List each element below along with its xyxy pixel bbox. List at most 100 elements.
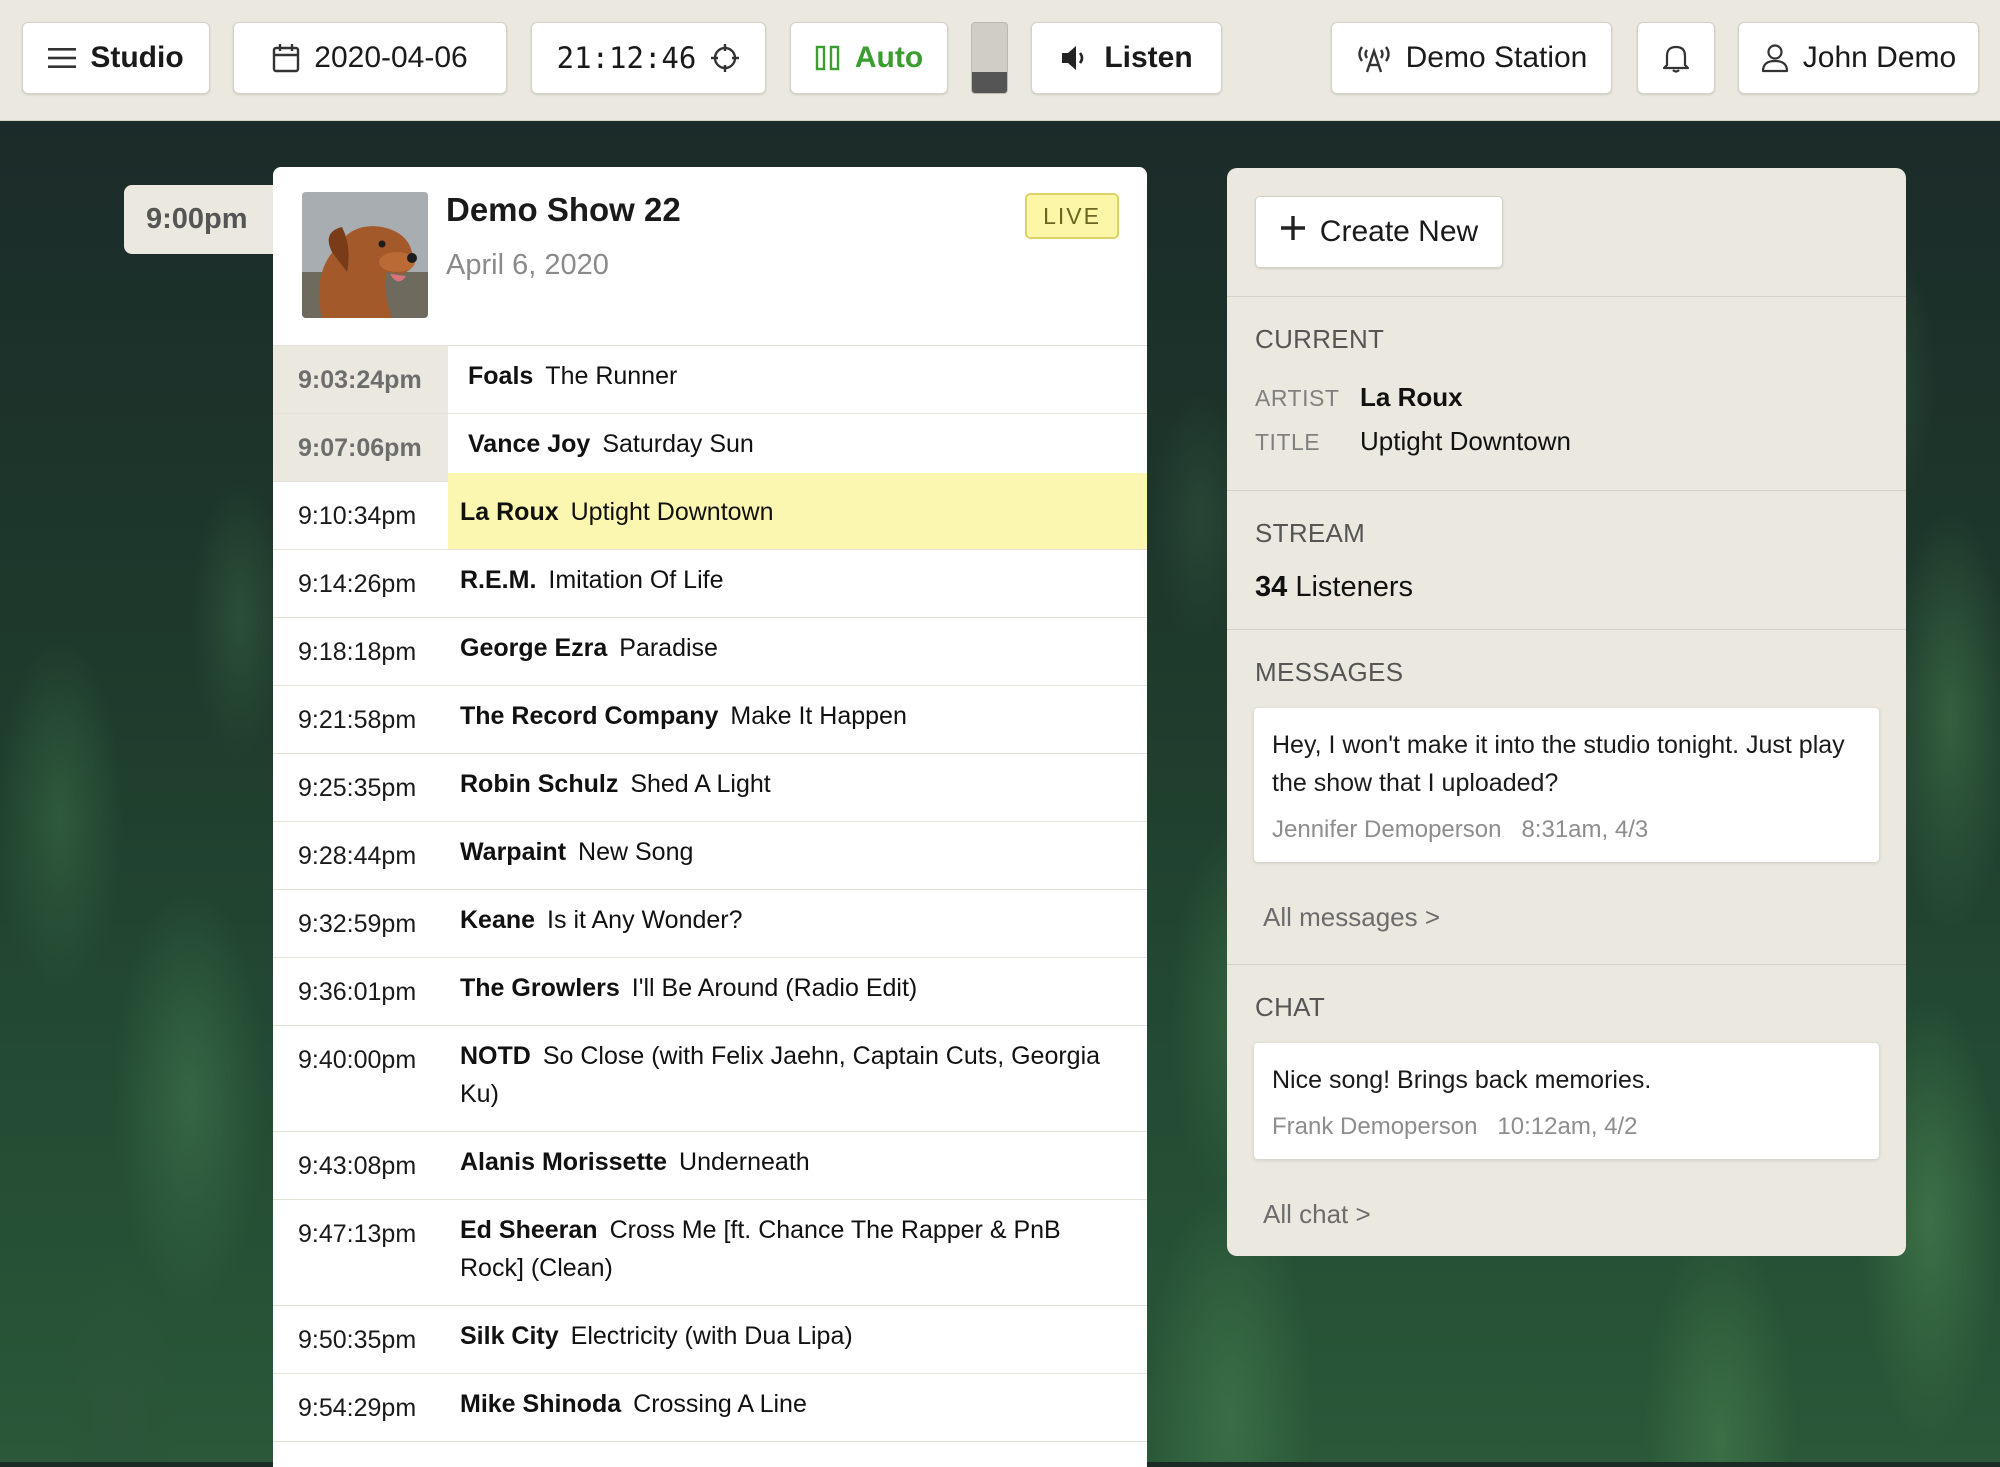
track-time: 9:50:35pm [298, 1326, 417, 1354]
chat-author: Frank Demoperson [1272, 1113, 1478, 1140]
listener-label: Listeners [1295, 571, 1413, 603]
studio-label: Studio [90, 41, 184, 74]
track-row[interactable]: 9:43:08pm Alanis Morissette Underneath [273, 1132, 1147, 1200]
show-header: Demo Show 22 April 6, 2020 LIVE [273, 167, 1147, 346]
track-row[interactable]: 9:18:18pm George Ezra Paradise [273, 618, 1147, 686]
track-info: The Record Company Make It Happen [448, 677, 933, 753]
track-artist: Mike Shinoda [460, 1390, 622, 1418]
track-row[interactable]: 9:32:59pm Keane Is it Any Wonder? [273, 890, 1147, 958]
message-author: Jennifer Demoperson [1272, 816, 1502, 843]
crosshair-icon [710, 43, 740, 73]
artist-key: ARTIST [1255, 385, 1340, 411]
track-row[interactable]: 9:07:06pm Vance Joy Saturday Sun [273, 414, 1147, 482]
user-label: John Demo [1802, 41, 1957, 74]
track-time: 9:40:00pm [298, 1046, 417, 1074]
listen-button[interactable]: Listen [1031, 22, 1222, 94]
message-card[interactable]: Hey, I won't make it into the studio ton… [1254, 708, 1879, 862]
track-artist: The Record Company [460, 702, 719, 730]
track-artist: Silk City [460, 1322, 559, 1350]
user-menu-button[interactable]: John Demo [1738, 22, 1979, 94]
track-title: Shed A Light [630, 770, 771, 798]
chat-meta: Frank Demoperson 10:12am, 4/2 [1272, 1113, 1861, 1141]
track-title: Paradise [619, 634, 718, 662]
track-info: Robin Schulz Shed A Light [448, 745, 797, 821]
track-title: The Runner [545, 362, 678, 390]
track-row[interactable]: 9:03:24pm Foals The Runner [273, 346, 1147, 414]
track-info: George Ezra Paradise [448, 609, 744, 685]
date-picker-button[interactable]: 2020-04-06 [233, 22, 507, 94]
track-row[interactable]: 9:10:34pm La Roux Uptight Downtown [273, 473, 1147, 550]
track-artist: NOTD [460, 1042, 531, 1070]
track-artist: Keane [460, 906, 536, 934]
track-info: Mike Shinoda Crossing A Line [448, 1365, 833, 1441]
track-time: 9:47:13pm [298, 1220, 417, 1248]
track-artist: Foals [468, 362, 534, 390]
all-chat-link[interactable]: All chat > [1263, 1199, 1371, 1230]
track-title: Underneath [679, 1148, 810, 1176]
show-title[interactable]: Demo Show 22 [446, 191, 681, 229]
all-messages-link[interactable]: All messages > [1263, 902, 1440, 933]
audio-level-meter [971, 22, 1008, 94]
current-heading: CURRENT [1255, 324, 1385, 354]
track-row[interactable]: 9:47:13pm Ed Sheeran Cross Me [ft. Chance … [273, 1200, 1147, 1306]
chat-heading: CHAT [1255, 992, 1326, 1022]
track-list: 9:03:24pm Foals The Runner 9:07:06pm Vance J… [273, 346, 1147, 1442]
track-time: 9:28:44pm [298, 842, 417, 870]
track-time: 9:14:26pm [298, 570, 417, 598]
auto-mode-button[interactable]: Auto [790, 22, 948, 94]
track-artist: The Growlers [460, 974, 620, 1002]
track-row[interactable]: 9:50:35pm Silk City Electricity (with Dua … [273, 1306, 1147, 1374]
message-meta: Jennifer Demoperson 8:31am, 4/3 [1272, 816, 1861, 844]
stream-section: STREAM 34 Listeners [1227, 491, 1906, 630]
calendar-icon [272, 43, 300, 73]
clock-button[interactable]: 21:12:46 [531, 22, 766, 94]
broadcast-antenna-icon [1356, 43, 1392, 73]
track-time: 9:18:18pm [298, 638, 417, 666]
track-time: 9:10:34pm [298, 502, 417, 530]
current-title: Uptight Downtown [1360, 426, 1571, 456]
date-value: 2020-04-06 [314, 41, 468, 74]
show-date: April 6, 2020 [446, 249, 609, 281]
track-info: Alanis Morissette Underneath [448, 1123, 836, 1199]
studio-menu-button[interactable]: Studio [22, 22, 210, 94]
track-row[interactable]: 9:21:58pm The Record Company Make It Happe… [273, 686, 1147, 754]
side-panel: Create New CURRENT ARTIST La Roux TITLE … [1227, 168, 1906, 1256]
audio-level-fill [972, 72, 1007, 93]
hour-marker: 9:00pm [124, 185, 284, 254]
current-artist: La Roux [1360, 382, 1463, 412]
track-time: 9:43:08pm [298, 1152, 417, 1180]
station-label: Demo Station [1405, 41, 1588, 74]
track-row[interactable]: 9:28:44pm Warpaint New Song [273, 822, 1147, 890]
station-button[interactable]: Demo Station [1331, 22, 1612, 94]
track-artist: George Ezra [460, 634, 608, 662]
track-artist: Warpaint [460, 838, 567, 866]
create-new-button[interactable]: Create New [1255, 196, 1503, 268]
hamburger-icon [48, 47, 77, 69]
track-artist: La Roux [460, 498, 559, 526]
listener-number: 34 [1255, 571, 1288, 603]
track-row[interactable]: 9:25:35pm Robin Schulz Shed A Light [273, 754, 1147, 822]
track-artist: Alanis Morissette [460, 1148, 668, 1176]
track-title: I'll Be Around (Radio Edit) [631, 974, 918, 1002]
plus-icon [1280, 215, 1306, 249]
track-title: Imitation Of Life [548, 566, 724, 594]
pause-icon [815, 45, 841, 71]
track-row[interactable]: 9:36:01pm The Growlers I'll Be Around (Rad… [273, 958, 1147, 1026]
current-section: CURRENT ARTIST La Roux TITLE Uptight Dow… [1227, 297, 1906, 491]
track-time: 9:03:24pm [273, 346, 448, 413]
track-artist: Ed Sheeran [460, 1216, 598, 1244]
track-title: So Close (with Felix Jaehn, Captain Cuts… [460, 1042, 1101, 1108]
track-info: Keane Is it Any Wonder? [448, 881, 769, 957]
track-row[interactable]: 9:54:29pm Mike Shinoda Crossing A Line [273, 1374, 1147, 1442]
track-info: Warpaint New Song [448, 813, 719, 889]
track-time: 9:07:06pm [273, 414, 448, 481]
track-time: 9:21:58pm [298, 706, 417, 734]
show-artwork[interactable] [302, 192, 428, 318]
messages-section: MESSAGES Hey, I won't make it into the s… [1227, 630, 1906, 965]
track-row[interactable]: 9:14:26pm R.E.M. Imitation Of Life [273, 550, 1147, 618]
chat-text: Nice song! Brings back memories. [1272, 1066, 1652, 1094]
track-row[interactable]: 9:40:00pm NOTD So Close (with Felix Jaehn,… [273, 1026, 1147, 1132]
chat-card[interactable]: Nice song! Brings back memories. Frank D… [1254, 1043, 1879, 1159]
notifications-button[interactable] [1637, 22, 1715, 94]
top-bar: Studio 2020-04-06 21:12:46 Auto Listen D… [0, 0, 2000, 121]
